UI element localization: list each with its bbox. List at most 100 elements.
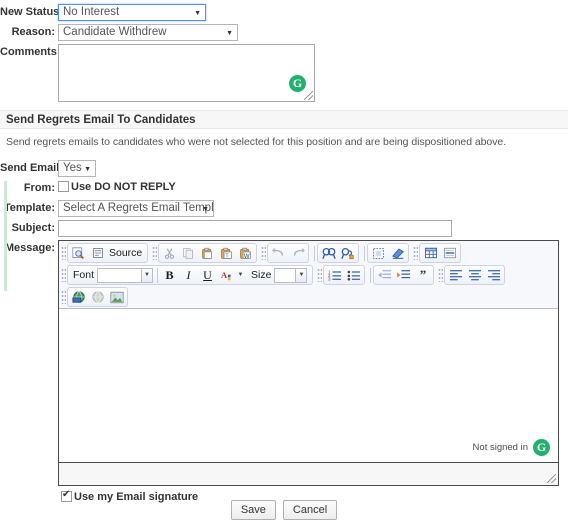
save-button[interactable]: Save bbox=[230, 500, 276, 520]
horizontal-rule-icon[interactable] bbox=[440, 244, 459, 262]
disposition-form: New Status : No Interest Reason: Candida… bbox=[0, 0, 568, 102]
grammarly-icon[interactable]: G bbox=[533, 439, 550, 456]
italic-button[interactable]: I bbox=[179, 266, 198, 284]
size-label: Size bbox=[251, 269, 272, 281]
svg-text:3: 3 bbox=[328, 277, 331, 281]
comments-row: Comments: G bbox=[0, 44, 568, 102]
redo-icon[interactable] bbox=[288, 244, 307, 262]
do-not-reply-checkbox[interactable] bbox=[58, 181, 69, 192]
toolbar-grip-icon[interactable] bbox=[152, 246, 158, 260]
toolbar-grip-icon[interactable] bbox=[61, 290, 66, 304]
toolbar-group-list: 123 bbox=[323, 265, 366, 285]
font-value bbox=[97, 267, 142, 283]
toolbar-row-1: Source T W bbox=[59, 242, 558, 264]
subject-label: Subject: bbox=[11, 222, 55, 234]
bulleted-list-icon[interactable] bbox=[344, 266, 363, 284]
template-label: Template: bbox=[3, 202, 55, 214]
subject-row: Subject: bbox=[0, 220, 568, 237]
new-status-value: No Interest bbox=[63, 6, 120, 18]
align-left-icon[interactable] bbox=[446, 266, 465, 284]
reason-row: Reason: Candidate Withdrew bbox=[0, 24, 568, 41]
action-buttons: Save Cancel bbox=[0, 500, 568, 520]
toolbar-group-links bbox=[67, 287, 128, 307]
toolbar-grip-icon[interactable] bbox=[413, 246, 419, 260]
toolbar-grip-icon[interactable] bbox=[61, 268, 66, 282]
svg-text:A: A bbox=[220, 270, 227, 280]
select-all-icon[interactable] bbox=[369, 244, 388, 262]
toolbar-group-insert bbox=[419, 243, 462, 263]
send-email-select[interactable]: Yes bbox=[58, 160, 96, 177]
toolbar-group-edit bbox=[367, 243, 410, 263]
resize-grip-icon[interactable] bbox=[547, 474, 556, 483]
comments-textarea[interactable]: G bbox=[58, 44, 315, 102]
editor-footer bbox=[59, 462, 558, 485]
font-label: Font bbox=[73, 269, 95, 281]
toolbar-grip-icon[interactable] bbox=[261, 246, 267, 260]
subject-input[interactable] bbox=[58, 220, 452, 237]
editor-toolbar: Source T W Font ▼ B I U A ▼ Size ▼ 1 2 3… bbox=[59, 241, 558, 309]
send-email-label: Send Email: bbox=[0, 162, 63, 174]
preview-icon[interactable] bbox=[69, 244, 88, 262]
toolbar-group-document: Source bbox=[67, 243, 149, 263]
toolbar-grip-icon[interactable] bbox=[61, 246, 66, 260]
font-combo[interactable]: Font ▼ bbox=[71, 267, 154, 284]
reason-select[interactable]: Candidate Withdrew bbox=[58, 24, 238, 41]
undo-icon[interactable] bbox=[269, 244, 288, 262]
underline-button[interactable]: U bbox=[198, 266, 217, 284]
unlink-icon[interactable] bbox=[88, 288, 107, 306]
left-accent-bar bbox=[4, 181, 7, 291]
text-color-icon[interactable]: A bbox=[217, 266, 236, 284]
image-icon[interactable] bbox=[107, 288, 126, 306]
link-icon[interactable] bbox=[69, 288, 88, 306]
toolbar-grip-icon[interactable] bbox=[438, 268, 444, 282]
cut-icon[interactable] bbox=[160, 244, 179, 262]
new-status-label: New Status : bbox=[0, 6, 67, 18]
table-icon[interactable] bbox=[421, 244, 440, 262]
find-icon[interactable] bbox=[319, 244, 338, 262]
source-button[interactable]: Source bbox=[107, 244, 146, 262]
toolbar-row-2: Font ▼ B I U A ▼ Size ▼ 1 2 3 ” bbox=[59, 264, 558, 286]
toolbar-group-font: Font ▼ B I U A ▼ Size ▼ bbox=[67, 265, 314, 285]
send-email-row: Send Email: Yes bbox=[0, 160, 568, 177]
numbered-list-icon[interactable]: 123 bbox=[325, 266, 344, 284]
section-description: Send regrets emails to candidates who we… bbox=[6, 136, 507, 148]
align-center-icon[interactable] bbox=[465, 266, 484, 284]
copy-icon[interactable] bbox=[179, 244, 198, 262]
replace-icon[interactable] bbox=[338, 244, 357, 262]
align-right-icon[interactable] bbox=[484, 266, 503, 284]
from-label: From: bbox=[23, 182, 55, 194]
grammarly-icon[interactable]: G bbox=[289, 75, 306, 92]
toolbar-group-indent: ” bbox=[373, 265, 435, 285]
toolbar-divider bbox=[364, 245, 366, 261]
new-status-select[interactable]: No Interest bbox=[58, 4, 206, 21]
bold-button[interactable]: B bbox=[160, 266, 179, 284]
indent-icon[interactable] bbox=[394, 266, 413, 284]
outdent-icon[interactable] bbox=[375, 266, 394, 284]
paste-icon[interactable] bbox=[198, 244, 217, 262]
template-select[interactable]: Select A Regrets Email Template... bbox=[58, 200, 214, 217]
email-form: Send Email: Yes From: Use DO NOT REPLY T… bbox=[0, 160, 568, 503]
paste-text-icon[interactable]: T bbox=[217, 244, 236, 262]
blockquote-icon[interactable]: ” bbox=[413, 266, 432, 284]
size-combo[interactable]: Size ▼ bbox=[249, 267, 308, 284]
chevron-down-icon[interactable]: ▼ bbox=[295, 267, 308, 283]
paste-word-icon[interactable]: W bbox=[236, 244, 255, 262]
cancel-button[interactable]: Cancel bbox=[282, 500, 338, 520]
reason-value: Candidate Withdrew bbox=[63, 26, 167, 38]
message-row: Message: Source T W Font ▼ B I U A ▼ Siz… bbox=[0, 240, 568, 486]
comments-label: Comments: bbox=[0, 46, 61, 58]
remove-format-icon[interactable] bbox=[388, 244, 407, 262]
chevron-down-icon[interactable]: ▼ bbox=[141, 267, 154, 283]
message-editor-body[interactable]: Not signed in G bbox=[59, 309, 558, 462]
toolbar-grip-icon[interactable] bbox=[317, 268, 323, 282]
new-status-row: New Status : No Interest bbox=[0, 4, 568, 21]
size-value bbox=[274, 267, 296, 283]
text-color-chevron-icon[interactable]: ▼ bbox=[236, 266, 245, 284]
grammarly-status: Not signed in G bbox=[473, 439, 550, 456]
source-icon[interactable] bbox=[88, 244, 107, 262]
toolbar-group-find bbox=[317, 243, 360, 263]
template-value: Select A Regrets Email Template... bbox=[63, 202, 214, 214]
toolbar-divider bbox=[314, 245, 316, 261]
toolbar-group-clipboard: T W bbox=[158, 243, 258, 263]
grammarly-status-text: Not signed in bbox=[472, 442, 528, 453]
